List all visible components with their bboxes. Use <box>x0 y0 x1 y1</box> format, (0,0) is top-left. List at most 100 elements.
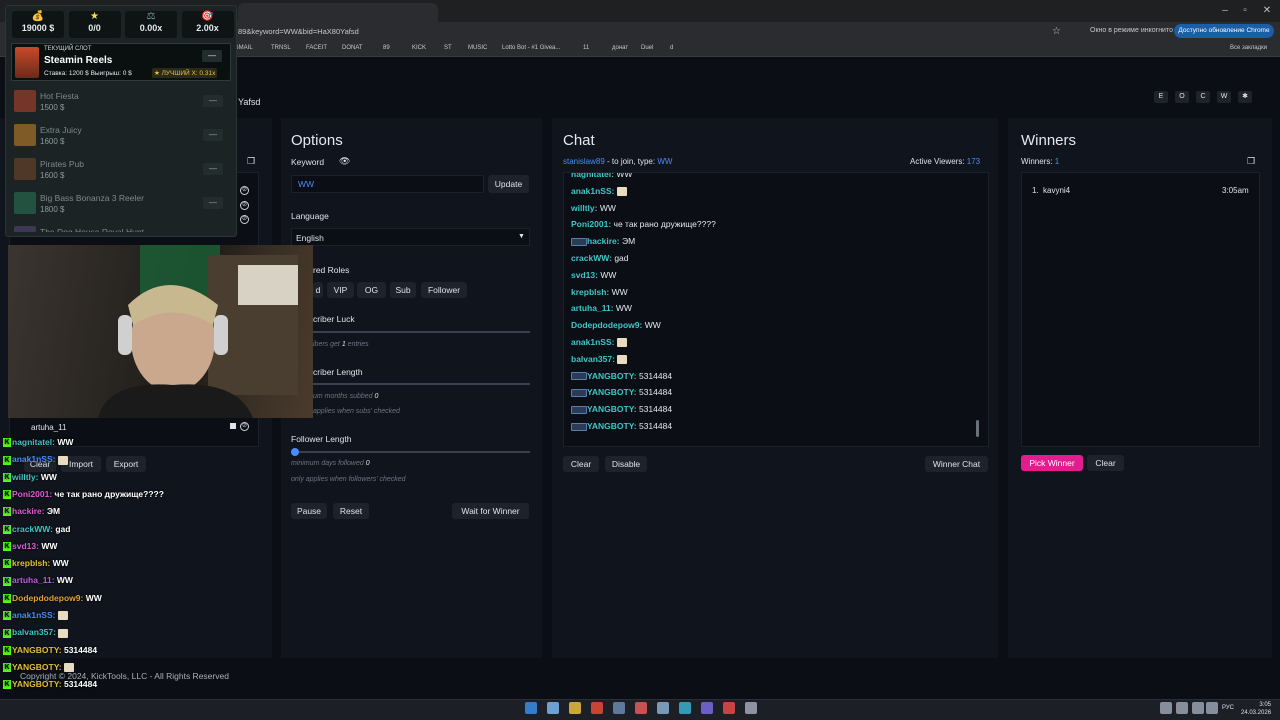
chat-username[interactable]: artuha_11: <box>571 303 614 313</box>
app-icon[interactable] <box>635 702 647 714</box>
chat-username[interactable]: hackire: <box>587 236 620 246</box>
chrome-icon[interactable] <box>591 702 603 714</box>
bookmark-item[interactable]: d <box>670 45 673 51</box>
language-select[interactable] <box>291 228 530 246</box>
winner-chat-button[interactable]: Winner Chat <box>925 456 988 472</box>
export-button[interactable]: Export <box>106 456 146 472</box>
chat-username[interactable]: anak1nSS: <box>571 337 614 347</box>
all-bookmarks-link[interactable]: Все закладки <box>1230 45 1267 51</box>
settings-icon[interactable] <box>745 702 757 714</box>
pick-winner-button[interactable]: Pick Winner <box>1021 455 1083 471</box>
disable-button[interactable]: Disable <box>605 456 647 472</box>
bookmark-item[interactable]: 89 <box>383 45 390 51</box>
chat-username[interactable]: YANGBOTY: <box>587 404 637 414</box>
winner-name[interactable]: kavyni4 <box>1043 186 1070 195</box>
sub-luck-slider[interactable] <box>313 331 530 333</box>
bookmark-item[interactable]: MUSIC <box>468 45 487 51</box>
slot-remove-button[interactable]: — <box>203 163 223 175</box>
hotkey-button[interactable]: E <box>1154 91 1168 103</box>
current-slot-dash[interactable]: — <box>202 50 222 62</box>
slot-price: 1600 $ <box>40 171 65 180</box>
discord-icon[interactable] <box>701 702 713 714</box>
remove-entrant-icon[interactable]: ⊘ <box>240 215 249 224</box>
bookmark-item[interactable]: Lotto Bot - #1 Givea... <box>502 45 560 51</box>
bookmark-item[interactable]: 11 <box>583 45 589 51</box>
overlay-chat-line: Kkrepblsh: WW <box>3 558 69 569</box>
bookmark-item[interactable]: DONAT <box>342 45 363 51</box>
slot-remove-button[interactable]: — <box>203 95 223 107</box>
remove-entrant-icon[interactable]: ⊘ <box>240 201 249 210</box>
slot-remove-button[interactable]: — <box>203 129 223 141</box>
chat-username[interactable]: YANGBOTY: <box>587 421 637 431</box>
sub-length-slider[interactable] <box>313 383 530 385</box>
incognito-label[interactable]: Окно в режиме инкогнито <box>1090 27 1173 34</box>
keyboard-language[interactable]: РУС <box>1222 705 1234 711</box>
widgets-icon[interactable] <box>547 702 559 714</box>
reset-button[interactable]: Reset <box>333 503 369 519</box>
chat-username[interactable]: balvan357: <box>571 354 615 364</box>
remove-entrant-icon[interactable]: ⊘ <box>240 422 249 431</box>
file-explorer-icon[interactable] <box>569 702 581 714</box>
bookmark-star-icon[interactable]: ☆ <box>1052 26 1061 37</box>
role-toggle[interactable]: VIP <box>327 282 354 298</box>
chat-clear-button[interactable]: Clear <box>563 456 599 472</box>
stat-value: 19000 $ <box>21 23 55 33</box>
role-toggle[interactable]: Follower <box>421 282 467 298</box>
volume-icon[interactable] <box>1206 702 1218 714</box>
microphone-icon[interactable] <box>1176 702 1188 714</box>
winners-clear-button[interactable]: Clear <box>1087 455 1124 471</box>
checkbox-icon[interactable] <box>230 423 236 429</box>
update-button[interactable]: Update <box>488 175 529 193</box>
tray-chevron-icon[interactable] <box>1160 702 1172 714</box>
copy-icon[interactable]: ❐ <box>1247 156 1255 167</box>
bookmark-item[interactable]: донат <box>612 45 628 51</box>
chat-username[interactable]: willtly: <box>571 203 597 213</box>
role-toggle[interactable]: Sub <box>390 282 416 298</box>
bookmark-item[interactable]: ST <box>444 45 452 51</box>
slot-remove-button[interactable]: — <box>203 197 223 209</box>
eye-icon[interactable]: 👁 <box>339 156 350 167</box>
slider-handle[interactable] <box>291 448 299 456</box>
browser-tab[interactable] <box>238 3 438 22</box>
bookmark-item[interactable]: Duel <box>641 45 653 51</box>
chat-username[interactable]: Poni2001: <box>571 219 611 229</box>
hotkey-button[interactable]: O <box>1175 91 1189 103</box>
chat-username[interactable]: svd13: <box>571 270 598 280</box>
role-toggle[interactable]: d <box>313 282 323 298</box>
maximize-icon[interactable]: ▫ <box>1238 4 1252 18</box>
app-icon[interactable] <box>723 702 735 714</box>
taskbar-clock[interactable]: 3:05 24.03.2026 <box>1241 701 1271 717</box>
chat-username[interactable]: anak1nSS: <box>571 186 614 196</box>
hotkey-button[interactable]: C <box>1196 91 1210 103</box>
bookmark-item[interactable]: KICK <box>412 45 426 51</box>
chat-log[interactable]: nagnitatel: WW anak1nSS: willtly: WW Poni2… <box>563 172 989 447</box>
keyword-input[interactable] <box>291 175 484 193</box>
chat-username[interactable]: YANGBOTY: <box>587 387 637 397</box>
close-window-icon[interactable]: ✕ <box>1260 4 1274 18</box>
hotkey-button[interactable]: ✱ <box>1238 91 1252 103</box>
notepad-icon[interactable] <box>613 702 625 714</box>
network-icon[interactable] <box>1192 702 1204 714</box>
chat-username[interactable]: nagnitatel: <box>571 173 614 179</box>
app-icon[interactable] <box>679 702 691 714</box>
bookmark-item[interactable]: TRNSL <box>271 45 291 51</box>
bookmark-item[interactable]: FACEIT <box>306 45 327 51</box>
chat-username[interactable]: Dodepdodepow9: <box>571 320 642 330</box>
chat-username[interactable]: YANGBOTY: <box>587 371 637 381</box>
copy-icon[interactable]: ❐ <box>247 156 255 167</box>
follower-length-slider[interactable] <box>291 451 530 453</box>
wait-for-winner-button[interactable]: Wait for Winner <box>452 503 529 519</box>
pause-button[interactable]: Pause <box>291 503 327 519</box>
role-toggle[interactable]: OG <box>357 282 386 298</box>
windows-start-icon[interactable] <box>525 702 537 714</box>
remove-entrant-icon[interactable]: ⊘ <box>240 186 249 195</box>
url-text[interactable]: 89&keyword=WW&bid=HaX80Yafsd <box>238 27 359 36</box>
update-chrome-button[interactable]: Доступно обновление Chrome <box>1174 24 1274 38</box>
hotkey-button[interactable]: W <box>1217 91 1231 103</box>
steam-icon[interactable] <box>657 702 669 714</box>
minimize-icon[interactable]: – <box>1218 4 1232 18</box>
chat-scrollbar[interactable] <box>976 420 979 437</box>
chat-username[interactable]: crackWW: <box>571 253 612 263</box>
chat-username[interactable]: krepblsh: <box>571 287 609 297</box>
keyword-label: Keyword <box>291 157 325 167</box>
